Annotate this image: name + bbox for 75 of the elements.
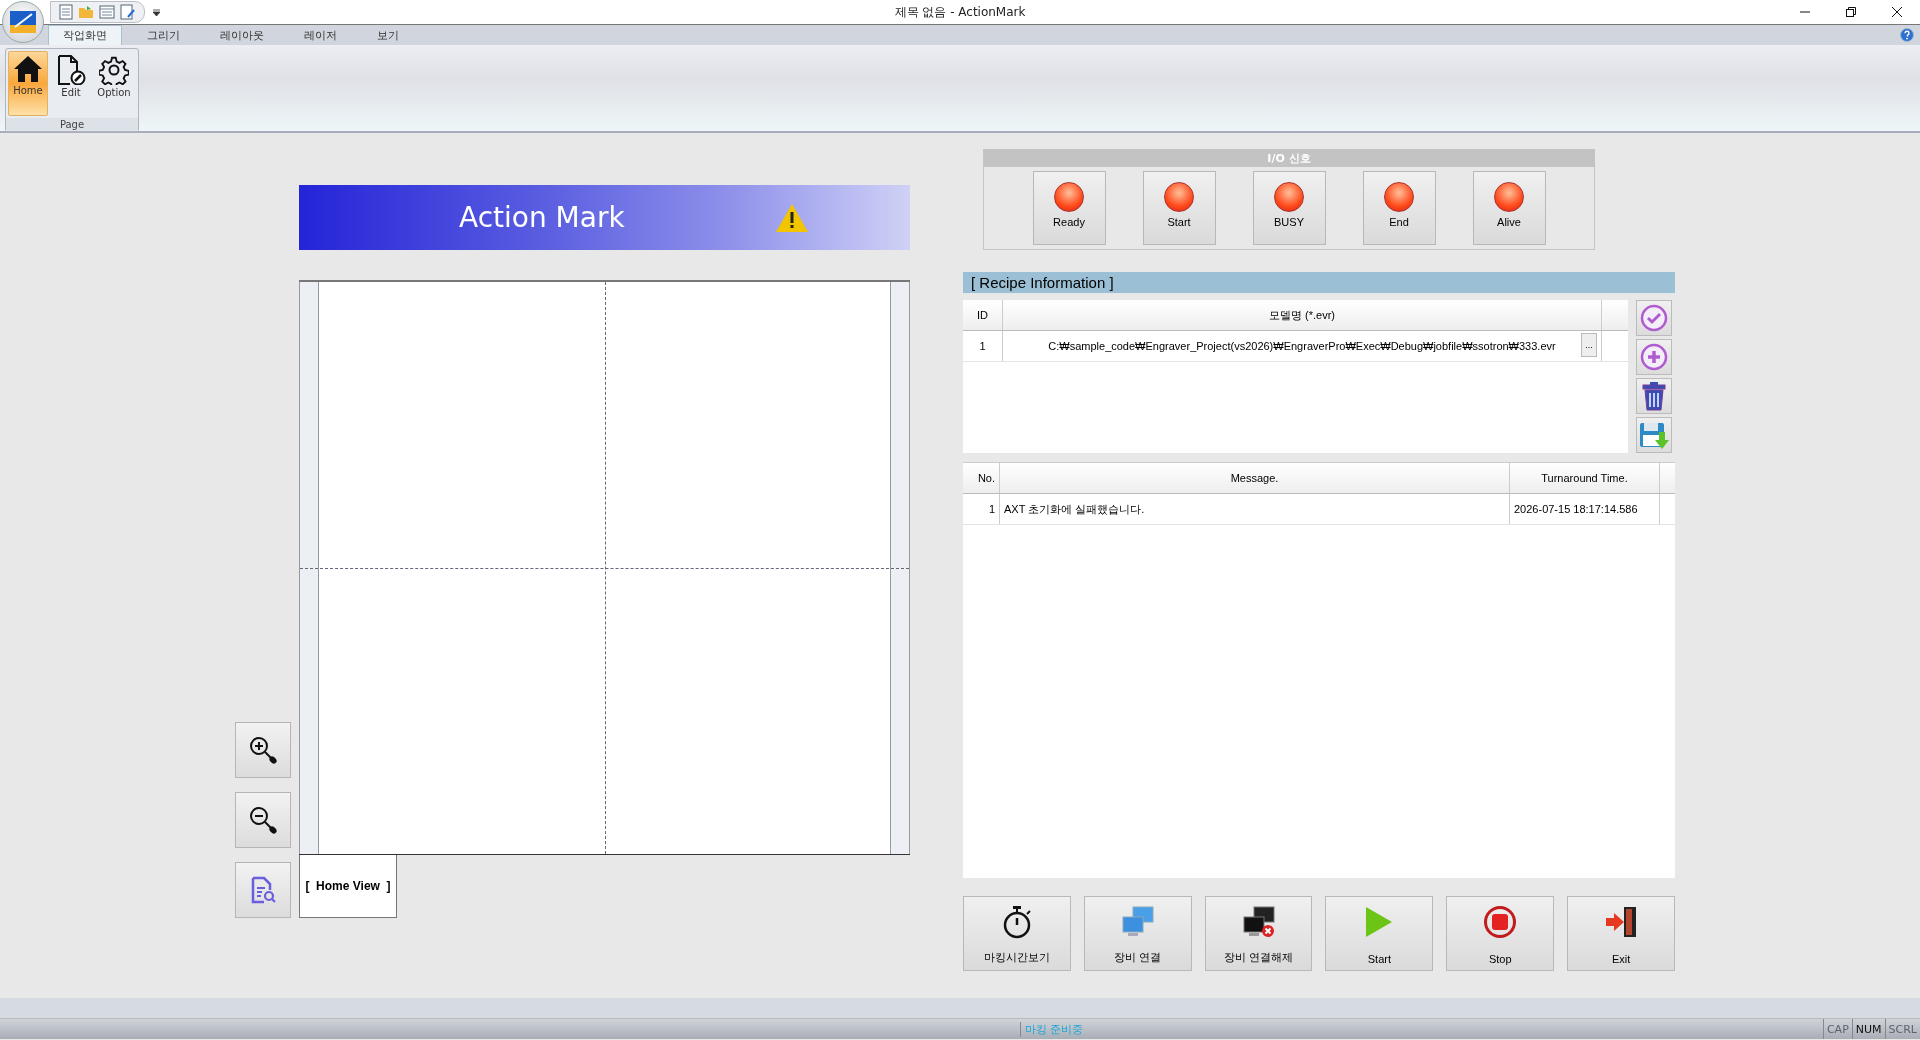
- monitors-icon: [1120, 905, 1155, 939]
- ribbon-tab[interactable]: 그리기: [132, 25, 195, 45]
- column-header: Turnaround Time.: [1510, 463, 1660, 493]
- ribbon-button-label: Home: [13, 85, 43, 96]
- ribbon-tab[interactable]: 작업화면: [48, 25, 122, 45]
- table-cell: 2026-07-15 18:17:14.586: [1510, 494, 1660, 524]
- trash-icon: [1641, 381, 1667, 411]
- action-button[interactable]: Stop: [1446, 896, 1555, 971]
- ribbon-button-label: Edit: [61, 87, 81, 98]
- ribbon-tab[interactable]: 보기: [362, 25, 414, 45]
- group-label: Page: [6, 118, 138, 131]
- table-cell: 1: [963, 494, 1000, 524]
- table-cell: AXT 초기화에 실패했습니다.: [1000, 494, 1510, 524]
- save-button[interactable]: [1636, 417, 1672, 453]
- delete-button[interactable]: [1636, 378, 1672, 414]
- zoom-out-button[interactable]: [235, 792, 291, 848]
- panel-title: I/O 신호: [984, 150, 1594, 167]
- ribbon-button[interactable]: Option: [94, 51, 134, 116]
- check-circle-icon: [1640, 304, 1668, 332]
- action-button[interactable]: 마킹시간보기: [963, 896, 1071, 971]
- document-search-icon: [249, 876, 277, 904]
- column-header: No.: [963, 463, 1000, 493]
- action-button[interactable]: 장비 연결해제: [1204, 896, 1313, 971]
- key-indicator: SCRL: [1884, 1019, 1920, 1039]
- restore-icon: [1846, 7, 1856, 17]
- window-icon[interactable]: [99, 5, 115, 19]
- ribbon-tab[interactable]: 레이아웃: [205, 25, 279, 45]
- file-path: C:₩sample_code₩Engraver_Project(vs2026)₩EngraverPro₩Exec₩Debug₩jobfile₩ssotron₩333.evr: [1048, 340, 1556, 352]
- document-pencil-icon: [56, 55, 86, 85]
- close-icon: [1892, 7, 1902, 17]
- dropdown-caret-icon[interactable]: [153, 8, 160, 16]
- browse-button[interactable]: ...: [1581, 333, 1597, 357]
- banner-title: Action Mark: [459, 201, 625, 234]
- document-pencil-icon[interactable]: [120, 4, 136, 20]
- home-icon: [13, 55, 43, 83]
- folder-icon[interactable]: [78, 5, 94, 19]
- window-title: 제목 없음 - ActionMark: [894, 4, 1026, 19]
- table-cell: 1: [963, 331, 1003, 361]
- column-header: Message.: [1000, 463, 1510, 493]
- signal-label: End: [1389, 216, 1409, 228]
- new-document-icon[interactable]: [59, 4, 73, 20]
- key-indicator: CAP: [1822, 1019, 1852, 1039]
- zoom-in-button[interactable]: [235, 722, 291, 778]
- signal-label: Start: [1167, 216, 1191, 228]
- signal-label: Alive: [1497, 216, 1521, 228]
- section-header: [ Recipe Information ]: [963, 272, 1675, 293]
- stop-icon: [1483, 905, 1518, 939]
- action-button[interactable]: 장비 연결: [1083, 896, 1192, 971]
- apply-button[interactable]: [1636, 300, 1672, 336]
- floppy-disk-icon: [1639, 420, 1669, 450]
- ribbon-button-label: Option: [97, 87, 131, 98]
- add-button[interactable]: [1636, 339, 1672, 375]
- key-indicator: NUM: [1851, 1019, 1885, 1039]
- help-icon[interactable]: [1900, 28, 1914, 42]
- action-button[interactable]: Exit: [1567, 896, 1675, 971]
- preview-button[interactable]: [235, 862, 291, 918]
- app-menu-button[interactable]: [2, 1, 44, 43]
- column-header: ID: [963, 300, 1003, 330]
- zoom-out-icon: [248, 805, 278, 835]
- signal-label: BUSY: [1274, 216, 1304, 228]
- view-tab[interactable]: [ Home View ]: [299, 855, 397, 918]
- signal-label: Ready: [1053, 216, 1085, 228]
- column-header: 모델명 (*.evr): [1003, 300, 1602, 330]
- plus-circle-icon: [1640, 343, 1668, 371]
- warning-icon: [774, 202, 809, 233]
- monitors-error-icon: [1241, 905, 1276, 939]
- ribbon-button[interactable]: Home: [8, 51, 48, 116]
- ribbon-button[interactable]: Edit: [51, 51, 91, 116]
- status-message: 마킹 준비중: [1020, 1021, 1425, 1037]
- action-button[interactable]: Start: [1325, 896, 1434, 971]
- picture-pen-icon: [10, 11, 36, 33]
- ribbon-tab[interactable]: 레이저: [289, 25, 352, 45]
- exit-door-icon: [1604, 905, 1639, 939]
- gear-icon: [99, 55, 129, 85]
- zoom-in-icon: [248, 735, 278, 765]
